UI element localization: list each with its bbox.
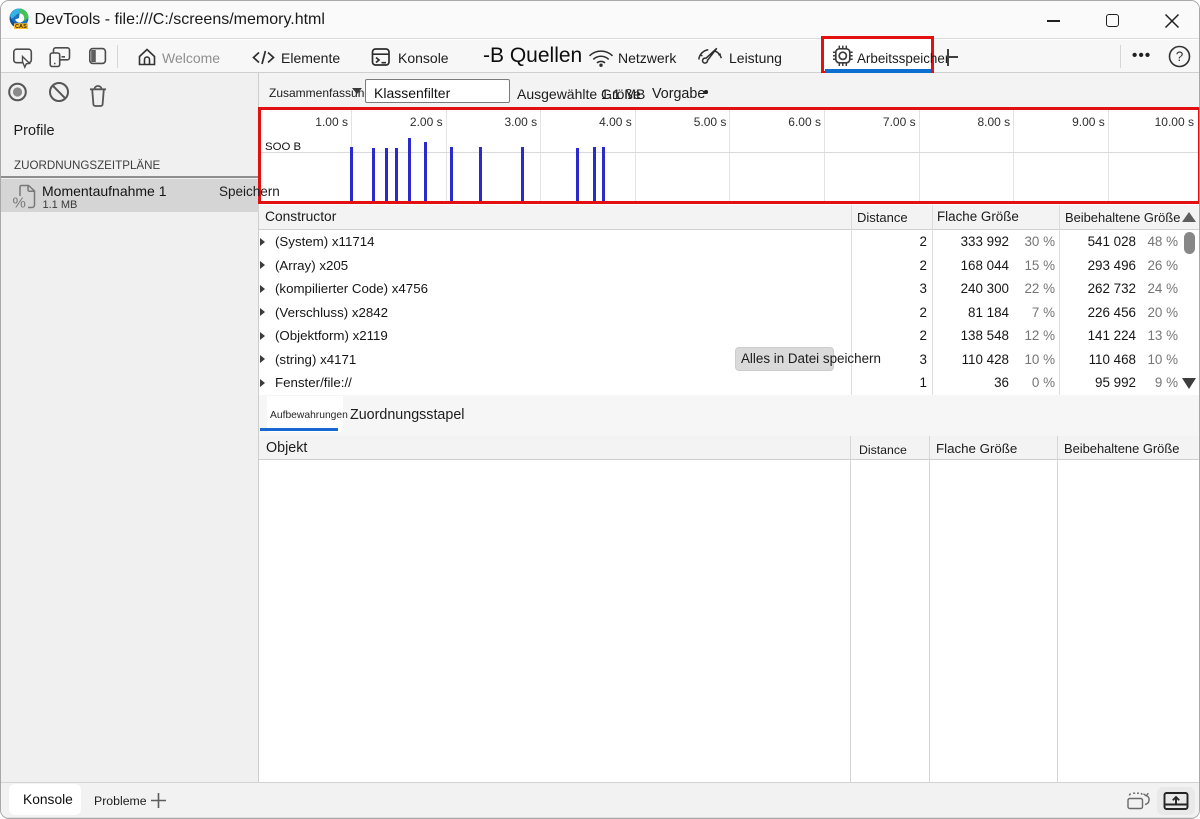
svg-text:CAS: CAS: [15, 24, 27, 29]
svg-text:%: %: [13, 195, 26, 211]
svg-text:?: ?: [1176, 49, 1184, 64]
